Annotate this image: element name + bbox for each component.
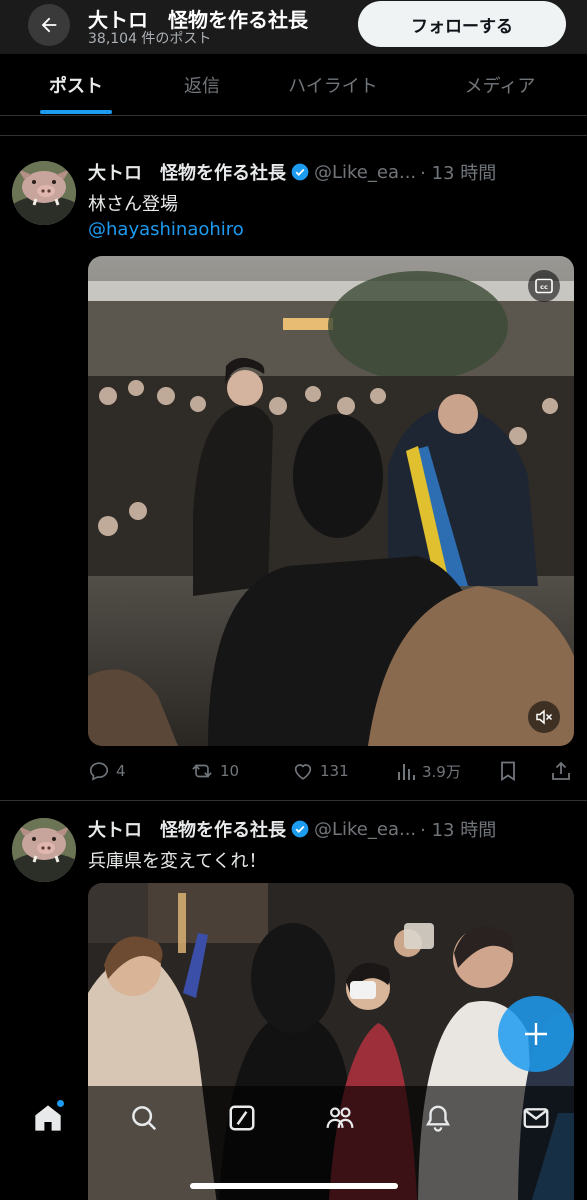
tweet-text: 兵庫県を変えてくれ！: [88, 851, 267, 872]
nav-search[interactable]: [122, 1100, 166, 1136]
tweet-text: 林さん登場: [88, 194, 178, 215]
mute-icon: [536, 709, 553, 725]
captions-button[interactable]: cc: [528, 270, 560, 302]
views-count: 3.9万: [422, 762, 461, 781]
tab-replies[interactable]: 返信: [150, 54, 254, 116]
video-thumbnail: [88, 256, 574, 746]
compose-button[interactable]: [498, 996, 574, 1072]
follow-button[interactable]: フォローする: [358, 1, 566, 47]
like-icon: [294, 764, 312, 780]
nav-notifications[interactable]: [416, 1100, 460, 1136]
header-post-count: 38,104 件のポスト: [88, 31, 212, 47]
communities-icon: [326, 1107, 354, 1128]
tweet-timestamp[interactable]: · 13 時間: [420, 816, 496, 842]
active-tab-indicator: [40, 110, 112, 114]
tweet-author-name[interactable]: 大トロ 怪物を作る社長: [88, 816, 286, 842]
tweet-actions: 4 10 131 3.9万: [88, 760, 574, 786]
verified-badge-icon: [291, 163, 309, 181]
avatar[interactable]: [12, 161, 76, 225]
nav-communities[interactable]: [318, 1100, 362, 1136]
reply-icon: [89, 762, 109, 781]
repost-count: 10: [220, 762, 240, 780]
tweet-author-handle[interactable]: @Like_ea...: [314, 819, 416, 840]
tab-posts[interactable]: ポスト: [14, 54, 138, 116]
avatar[interactable]: [12, 818, 76, 882]
views-button[interactable]: 3.9万: [396, 760, 461, 782]
divider: [0, 800, 587, 801]
tab-highlights[interactable]: ハイライト: [262, 54, 404, 116]
tweet-video[interactable]: cc: [88, 256, 574, 746]
repost-button[interactable]: 10: [190, 760, 239, 782]
compose-plus-icon: [525, 1023, 547, 1045]
tweet-author-handle[interactable]: @Like_ea...: [314, 162, 416, 183]
reply-button[interactable]: 4: [88, 760, 126, 782]
share-button[interactable]: [550, 760, 578, 782]
avatar-boar-image: [12, 818, 76, 882]
like-count: 131: [320, 762, 349, 780]
home-indicator: [190, 1183, 398, 1189]
notifications-icon: [425, 1105, 451, 1132]
like-button[interactable]: 131: [292, 760, 349, 782]
tweet-header: 大トロ 怪物を作る社長 @Like_ea... · 13 時間: [88, 815, 578, 843]
tweet[interactable]: 大トロ 怪物を作る社長 @Like_ea... · 13 時間 林さん登場 @h…: [0, 158, 587, 798]
profile-header: 大トロ 怪物を作る社長 38,104 件のポスト フォローする: [0, 0, 587, 54]
nav-messages[interactable]: [514, 1100, 558, 1136]
back-button[interactable]: [28, 4, 70, 46]
tweet-author-name[interactable]: 大トロ 怪物を作る社長: [88, 159, 286, 185]
share-icon: [552, 761, 570, 780]
bookmark-button[interactable]: [498, 760, 524, 782]
avatar-boar-image: [12, 161, 76, 225]
nav-grok[interactable]: [220, 1100, 264, 1136]
mute-button[interactable]: [528, 701, 560, 733]
bookmark-icon: [501, 761, 515, 782]
divider: [0, 135, 587, 136]
tweet-mention-link[interactable]: @hayashinaohiro: [88, 219, 244, 240]
captions-icon: cc: [535, 278, 553, 294]
profile-tabs: ポスト 返信 ハイライト メディア: [0, 54, 587, 116]
search-icon: [132, 1106, 157, 1131]
repost-icon: [192, 764, 212, 778]
verified-badge-icon: [291, 820, 309, 838]
tweet-timestamp[interactable]: · 13 時間: [420, 159, 496, 185]
home-unread-dot: [57, 1100, 64, 1107]
tweet-header: 大トロ 怪物を作る社長 @Like_ea... · 13 時間: [88, 158, 578, 186]
views-icon: [398, 764, 415, 780]
tab-media[interactable]: メディア: [440, 54, 560, 116]
back-arrow-icon: [41, 17, 57, 33]
svg-text:cc: cc: [540, 283, 548, 291]
reply-count: 4: [116, 762, 126, 780]
grok-icon: [229, 1105, 255, 1131]
messages-icon: [523, 1108, 549, 1128]
